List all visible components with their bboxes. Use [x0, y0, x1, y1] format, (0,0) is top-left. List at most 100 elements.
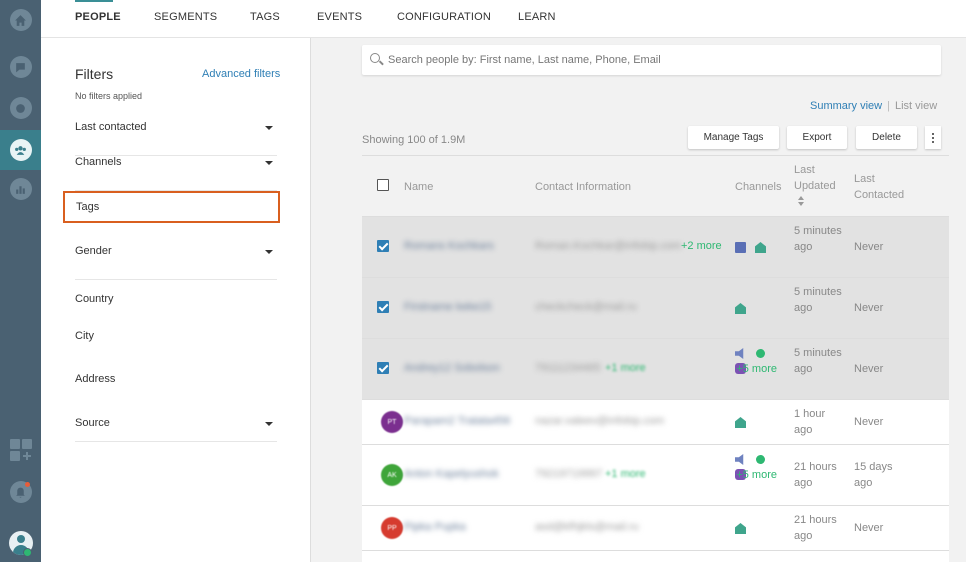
tab-tags[interactable]: TAGS [250, 11, 280, 23]
header-last-contacted[interactable]: Last Contacted [854, 171, 914, 203]
header-name[interactable]: Name [404, 179, 433, 195]
header-channels: Channels [735, 181, 782, 193]
note-channel-icon [735, 242, 746, 253]
rail-home[interactable] [0, 0, 41, 40]
table-row[interactable]: PT Parapam2 Tratata456 nazar.valeev@info… [362, 400, 949, 445]
contact-more[interactable]: +2 more [681, 240, 722, 252]
row-checkbox[interactable] [377, 362, 389, 374]
top-nav: PEOPLE SEGMENTS TAGS EVENTS CONFIGURATIO… [41, 0, 966, 38]
contact-info: checkcheck@mail.ru [535, 301, 637, 313]
filter-channels[interactable]: Channels [75, 156, 277, 191]
advanced-filters-link[interactable]: Advanced filters [202, 68, 280, 80]
email-channel-icon [755, 242, 766, 253]
row-checkbox[interactable] [377, 301, 389, 313]
manage-tags-button[interactable]: Manage Tags [688, 126, 779, 149]
apps-add-icon [9, 439, 32, 461]
chevron-down-icon [265, 250, 273, 254]
avatar: AK [381, 464, 403, 486]
sort-icon[interactable] [798, 196, 804, 206]
filter-gender[interactable]: Gender [75, 245, 277, 280]
rail-conversations[interactable] [0, 88, 41, 128]
conversation-icon [9, 97, 32, 119]
list-view-link[interactable]: List view [895, 100, 937, 112]
filter-last-contacted[interactable]: Last contacted [75, 121, 277, 156]
avatar: PP [381, 517, 403, 539]
table-row[interactable]: Romans Kochkars Roman.Kochkar@infobip.co… [362, 217, 949, 278]
contact-info: 79219719997 [535, 468, 603, 480]
email-channel-icon [735, 303, 746, 314]
contact-info: 79111234465 [535, 362, 601, 374]
table-header: Name Contact Information Channels Last U… [362, 155, 949, 217]
view-toggle: Summary view | List view [810, 100, 937, 112]
left-rail [0, 0, 41, 562]
filter-country[interactable]: Country [75, 293, 114, 305]
more-actions-icon[interactable] [925, 126, 941, 149]
rail-people[interactable] [0, 130, 41, 170]
header-contact: Contact Information [535, 181, 631, 193]
table-row[interactable]: Andrey12 Sobolson 79111234465 +1 more +5… [362, 339, 949, 400]
rail-notifications[interactable] [0, 472, 41, 512]
email-channel-icon [735, 523, 746, 534]
active-tab-indicator [75, 0, 113, 2]
rail-analytics[interactable] [0, 169, 41, 209]
search-input[interactable] [388, 51, 928, 69]
last-updated: 21 hours ago [794, 461, 837, 489]
table-row[interactable]: PP Pipka Pupka asd@kfhjkls@mail.ru 21 ho… [362, 506, 949, 551]
tab-learn[interactable]: LEARN [518, 11, 556, 23]
last-updated: 5 minutes ago [794, 225, 842, 253]
person-name[interactable]: Anton Kapelyushok [404, 468, 499, 480]
header-last-updated[interactable]: Last Updated [794, 162, 844, 194]
tab-configuration[interactable]: CONFIGURATION [397, 11, 491, 23]
table-row[interactable]: AK Anton Kapelyushok 79219719997 +1 more… [362, 445, 949, 506]
people-search [362, 45, 941, 75]
voice-channel-icon [735, 454, 744, 465]
person-name[interactable]: Romans Kochkars [404, 240, 494, 252]
table-row[interactable] [362, 551, 949, 562]
table-row[interactable]: Firstname keke15 checkcheck@mail.ru 5 mi… [362, 278, 949, 339]
select-all-checkbox[interactable] [377, 179, 389, 191]
tab-events[interactable]: EVENTS [317, 11, 362, 23]
channels-more[interactable]: +5 more [735, 467, 777, 483]
contact-info: asd@kfhjkls@mail.ru [535, 521, 639, 533]
last-contacted: Never [854, 363, 884, 375]
people-icon [9, 139, 32, 161]
row-checkbox[interactable] [377, 240, 389, 252]
notification-dot [25, 482, 30, 487]
tab-segments[interactable]: SEGMENTS [154, 11, 217, 23]
home-icon [9, 9, 32, 31]
rail-chat[interactable] [0, 47, 41, 87]
delete-button[interactable]: Delete [856, 126, 917, 149]
avatar: PT [381, 411, 403, 433]
filter-city[interactable]: City [75, 330, 94, 342]
last-contacted: Never [854, 241, 884, 253]
people-table: Name Contact Information Channels Last U… [362, 155, 949, 562]
contact-more[interactable]: +1 more [605, 362, 646, 374]
filter-label: Source [75, 417, 110, 429]
person-name[interactable]: Firstname keke15 [404, 301, 491, 313]
filters-title: Filters [75, 66, 114, 82]
search-icon [370, 53, 380, 63]
export-button[interactable]: Export [787, 126, 847, 149]
chevron-down-icon [265, 126, 273, 130]
rail-apps[interactable] [0, 430, 41, 470]
tab-people[interactable]: PEOPLE [75, 11, 121, 23]
filter-address[interactable]: Address [75, 373, 115, 385]
filter-source[interactable]: Source [75, 417, 277, 442]
person-name[interactable]: Pipka Pupka [404, 521, 466, 533]
rail-account[interactable] [0, 523, 41, 562]
last-contacted: 15 days ago [854, 461, 893, 489]
contact-info: nazar.valeev@infobip.com [535, 415, 665, 427]
whatsapp-channel-icon [756, 349, 765, 358]
filter-tags[interactable]: Tags [63, 191, 280, 223]
analytics-icon [9, 178, 32, 200]
filters-panel: Filters Advanced filters No filters appl… [41, 38, 311, 562]
filter-label: Last contacted [75, 121, 147, 133]
person-name[interactable]: Parapam2 Tratata456 [404, 415, 510, 427]
contact-more[interactable]: +1 more [605, 468, 646, 480]
person-name[interactable]: Andrey12 Sobolson [404, 362, 500, 374]
channels-more[interactable]: +5 more [735, 361, 777, 377]
last-contacted: Never [854, 302, 884, 314]
last-contacted: Never [854, 522, 884, 534]
contact-info: Roman.Kochkar@infobip.com [535, 240, 682, 252]
summary-view-link[interactable]: Summary view [810, 100, 882, 112]
